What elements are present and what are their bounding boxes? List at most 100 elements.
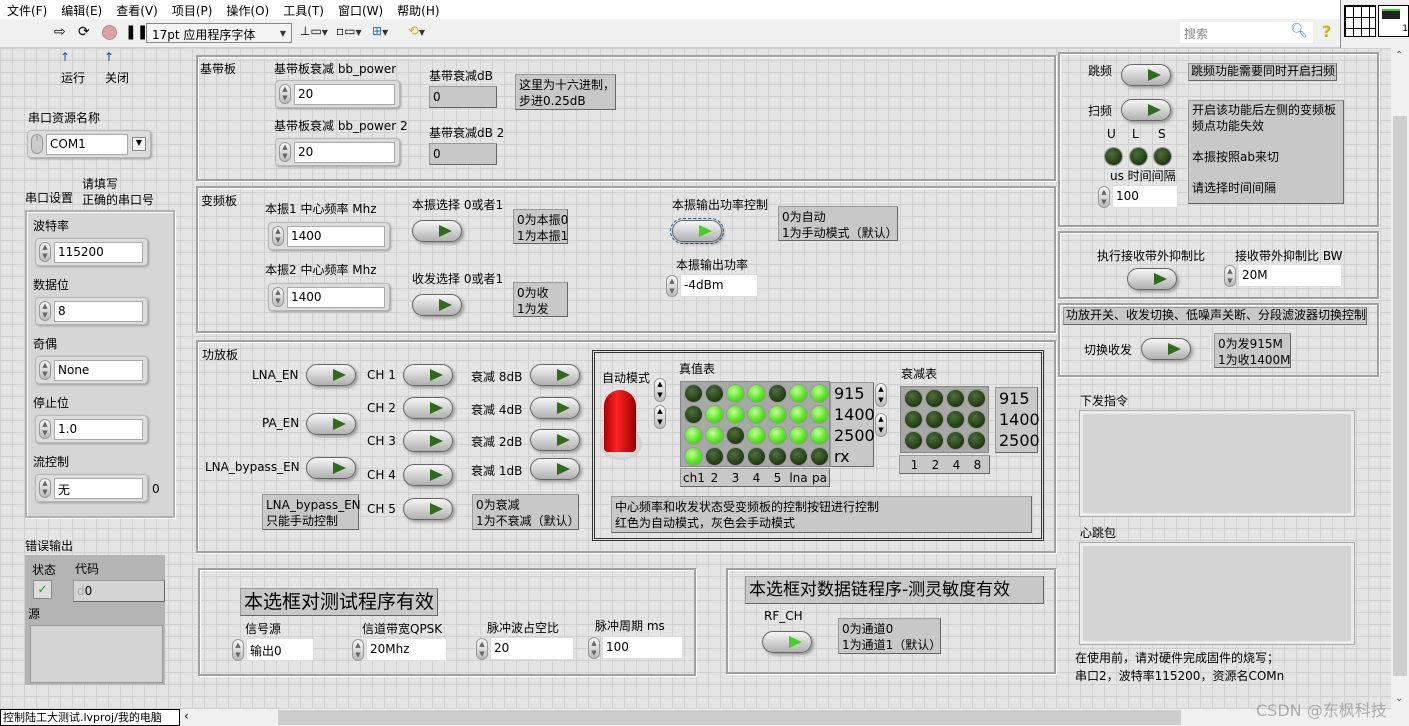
lo1-value: 1400 — [287, 226, 385, 247]
atten-switch[interactable] — [530, 458, 580, 480]
scrollbar-thumb[interactable] — [1393, 116, 1407, 676]
duty-cycle-input[interactable]: ▲ ▼ 20 — [476, 637, 574, 661]
run-continuously-icon[interactable]: ⟳ — [78, 24, 90, 40]
pulse-period-input[interactable]: ▲ ▼ 100 — [588, 636, 683, 660]
array-col-index-icon[interactable]: ▲ ▼ — [875, 413, 887, 437]
spinner-icon[interactable]: ▲ ▼ — [666, 275, 678, 297]
stopbits-ring[interactable]: ▲ ▼ 1.0 — [35, 415, 148, 443]
note-line: 步进0.25dB — [519, 94, 586, 108]
radix-prefix: d — [77, 584, 85, 598]
vi-icon[interactable]: 1 — [1378, 5, 1409, 37]
bb-power-input[interactable]: ▲ ▼ 20 — [275, 80, 400, 108]
atten-note: 0为衰减 1为不衰减（默认） — [472, 494, 580, 530]
interval-input[interactable]: ▲ ▼ 100 — [1098, 185, 1178, 209]
scroll-up-icon[interactable]: ⌃ — [1395, 50, 1403, 61]
help-icon[interactable]: ? — [1322, 22, 1331, 41]
scroll-down-icon[interactable]: ⌄ — [1395, 693, 1403, 704]
lo-select-switch[interactable] — [412, 220, 462, 242]
spinner-icon[interactable]: ▲ ▼ — [39, 478, 51, 498]
menu-operate[interactable]: 操作(O) — [219, 0, 276, 19]
channel-switch[interactable] — [403, 430, 453, 452]
lo-power-input[interactable]: ▲ ▼ -4dBm — [666, 274, 758, 298]
pa-en-switch[interactable] — [306, 413, 356, 435]
distribute-objects-icon[interactable]: ▫▭▼ — [336, 24, 362, 38]
code-label: 代码 — [75, 562, 100, 576]
run-icon[interactable]: ⇨ — [54, 24, 66, 40]
align-objects-icon[interactable]: ⊥▭▼ — [300, 24, 328, 38]
atten-switch[interactable] — [530, 397, 580, 419]
oob-bw-input[interactable]: ▲ ▼ 20M — [1224, 264, 1342, 288]
scroll-left-icon[interactable]: ‹ — [184, 709, 189, 723]
channel-switch[interactable] — [403, 498, 453, 520]
resize-objects-icon[interactable]: ⊞▼ — [372, 24, 388, 38]
databits-input[interactable]: ▲ ▼ 8 — [35, 297, 148, 325]
spinner-icon[interactable]: ▲ ▼ — [279, 84, 291, 104]
auto-mode-toggle[interactable] — [604, 390, 636, 452]
spinner-icon[interactable]: ▲ ▼ — [272, 226, 284, 246]
channel-bw-input[interactable]: ▲ ▼ 20Mhz — [352, 638, 447, 662]
serial-resource-combo[interactable]: ⁞ COM1 ▼ — [27, 130, 151, 158]
vertical-scrollbar[interactable]: ⌃ ⌄ — [1391, 48, 1409, 709]
search-input[interactable]: 搜索 🔍︎ — [1180, 22, 1313, 43]
lo2-input[interactable]: ▲ ▼ 1400 — [268, 283, 390, 311]
led-u-label: U — [1107, 127, 1116, 141]
menu-project[interactable]: 项目(P) — [165, 0, 220, 19]
atten-switch[interactable] — [530, 364, 580, 386]
menu-tools[interactable]: 工具(T) — [276, 0, 331, 19]
reorder-icon[interactable]: ⟲▼ — [408, 24, 425, 39]
parity-ring[interactable]: ▲ ▼ None — [35, 356, 148, 384]
array-row-index-icon[interactable]: ▲ ▼ — [875, 383, 887, 407]
spinner-icon[interactable]: ▲ ▼ — [1098, 186, 1110, 208]
spinner-icon[interactable]: ▲ ▼ — [232, 639, 244, 661]
spinner-icon[interactable]: ▲ ▼ — [39, 360, 51, 380]
menu-edit[interactable]: 编辑(E) — [54, 0, 109, 19]
rf-ch-switch[interactable] — [762, 631, 812, 653]
menu-help[interactable]: 帮助(H) — [390, 0, 446, 19]
spinner-icon[interactable]: ▲ ▼ — [39, 301, 51, 321]
spinner-icon[interactable]: ▲ ▼ — [39, 242, 51, 262]
array-col-index-icon[interactable]: ▲ ▼ — [654, 405, 666, 429]
baud-value: 115200 — [54, 242, 143, 263]
lna-bypass-switch[interactable] — [306, 457, 356, 479]
channel-bw-label: 信道带宽QPSK — [362, 622, 443, 636]
spinner-icon[interactable]: ▲ ▼ — [279, 142, 291, 162]
atten-switch[interactable] — [530, 429, 580, 451]
font-dropdown[interactable]: 17pt 应用程序字体 ▼ — [146, 23, 292, 43]
bb-power2-input[interactable]: ▲ ▼ 20 — [275, 138, 400, 166]
lo-power-control-switch[interactable] — [670, 218, 724, 244]
chevron-down-icon[interactable]: ▼ — [132, 137, 146, 151]
truth-led — [706, 427, 723, 444]
menu-window[interactable]: 窗口(W) — [331, 0, 390, 19]
connector-pane-icon[interactable] — [1344, 5, 1376, 37]
menu-view[interactable]: 查看(V) — [109, 0, 165, 19]
spinner-icon[interactable]: ▲ ▼ — [352, 639, 364, 661]
sweep-switch[interactable] — [1121, 99, 1171, 121]
spinner-icon[interactable]: ▲ ▼ — [588, 637, 600, 659]
abort-icon[interactable] — [102, 25, 117, 40]
signal-source-input[interactable]: ▲ ▼ 输出0 — [232, 638, 314, 662]
spinner-icon[interactable]: ▲ ▼ — [476, 638, 488, 660]
spinner-icon[interactable]: ▲ ▼ — [1224, 265, 1236, 287]
baud-input[interactable]: ▲ ▼ 115200 — [35, 238, 148, 266]
note-line: 请选择时间间隔 — [1192, 180, 1277, 195]
search-icon[interactable]: 🔍︎ — [1290, 23, 1308, 39]
truth-col-label: lna — [789, 471, 808, 485]
array-row-index-icon[interactable]: ▲ ▼ — [654, 378, 666, 402]
spinner-icon[interactable]: ▲ ▼ — [272, 287, 284, 307]
channel-switch[interactable] — [403, 397, 453, 419]
hop-switch[interactable] — [1121, 64, 1171, 86]
menu-file[interactable]: 文件(F) — [0, 0, 54, 19]
flow-ring[interactable]: ▲ ▼ 无 — [35, 474, 148, 502]
horizontal-scrollbar-thumb[interactable] — [278, 710, 1181, 725]
lna-en-switch[interactable] — [306, 364, 356, 386]
channel-switch[interactable] — [403, 364, 453, 386]
trx-select-switch[interactable] — [412, 294, 462, 316]
trx-switch[interactable] — [1141, 338, 1191, 360]
pause-icon[interactable]: ❚❚ — [125, 24, 148, 40]
note-line: 中心频率和收发状态受变频板的控制按钮进行控制 — [615, 500, 880, 514]
spinner-icon[interactable]: ▲ ▼ — [39, 419, 51, 439]
truth-col-label: 4 — [752, 471, 761, 485]
oob-exec-switch[interactable] — [1127, 268, 1177, 290]
channel-switch[interactable] — [403, 464, 453, 486]
lo1-input[interactable]: ▲ ▼ 1400 — [268, 222, 390, 250]
